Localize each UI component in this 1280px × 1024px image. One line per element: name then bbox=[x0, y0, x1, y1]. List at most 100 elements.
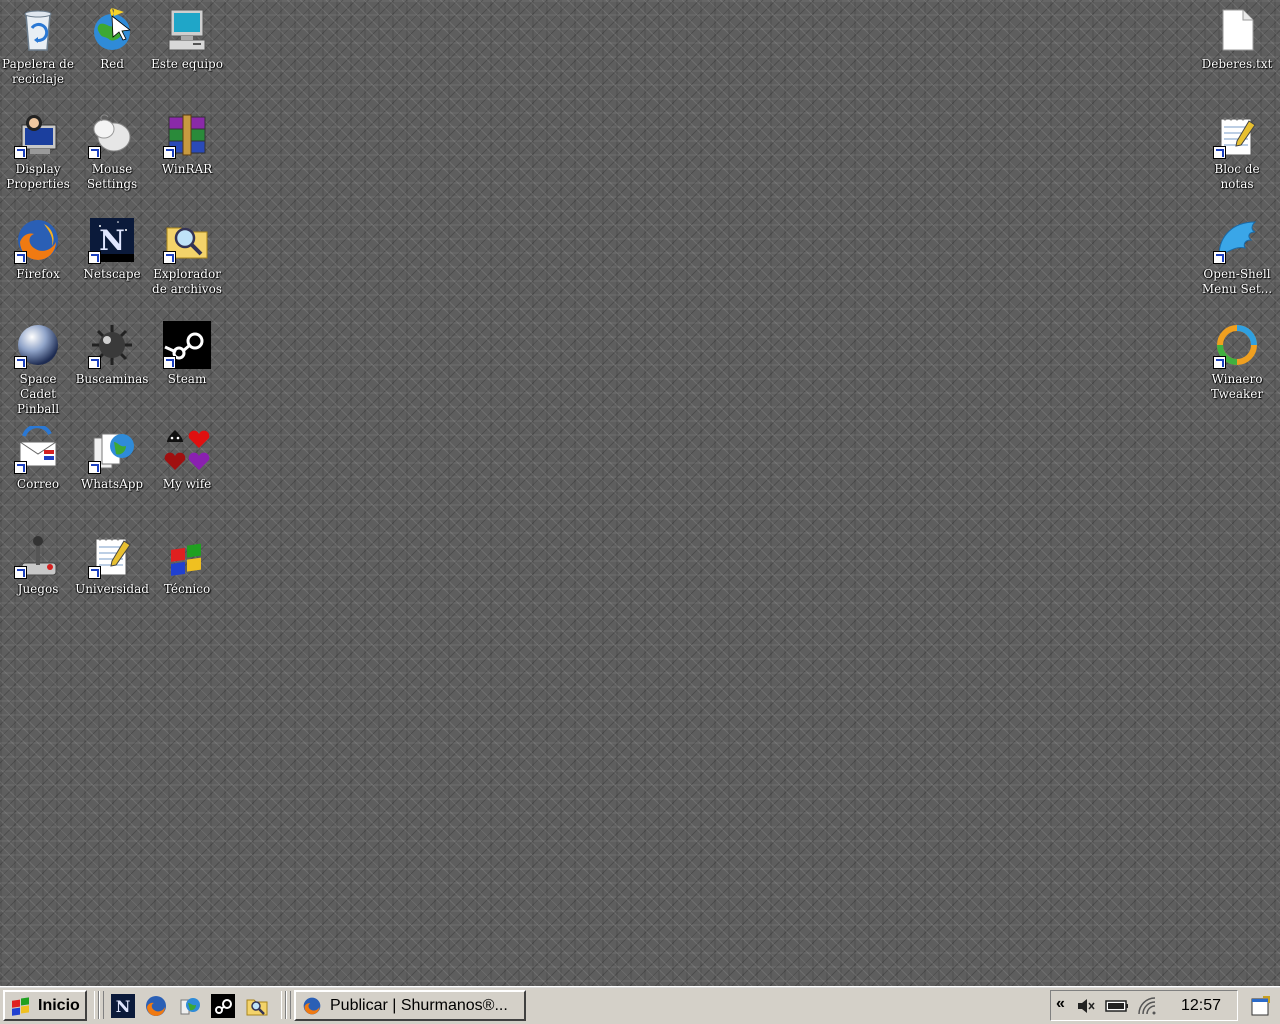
open-shell-icon bbox=[1213, 216, 1261, 264]
desktop-icon-minesweeper[interactable]: Buscaminas bbox=[74, 315, 150, 387]
shortcut-arrow-icon bbox=[14, 356, 27, 369]
toolbar-grip[interactable] bbox=[286, 991, 291, 1019]
shortcut-arrow-icon bbox=[1213, 146, 1226, 159]
joystick-icon bbox=[14, 531, 62, 579]
desktop-icon-label: Universidad bbox=[75, 582, 149, 596]
firefox-icon bbox=[14, 216, 62, 264]
notepad-icon bbox=[1213, 111, 1261, 159]
start-label: Inicio bbox=[38, 996, 80, 1014]
desktop-icon-notepad[interactable]: Bloc de notas bbox=[1199, 105, 1275, 192]
taskbar-button-firefox[interactable]: Publicar | Shurmanos®... bbox=[294, 990, 526, 1021]
taskbar-button-title: Publicar | Shurmanos®... bbox=[330, 996, 508, 1014]
shortcut-arrow-icon bbox=[163, 146, 176, 159]
battery-icon[interactable] bbox=[1105, 996, 1129, 1016]
whatsapp-icon bbox=[88, 426, 136, 474]
desktop-icon-university[interactable]: Universidad bbox=[74, 525, 150, 597]
display-properties-icon bbox=[14, 111, 62, 159]
desktop-icon-label: Winaero Tweaker bbox=[1210, 372, 1264, 401]
desktop-icon-games[interactable]: Juegos bbox=[0, 525, 76, 597]
desktop-icon-my-wife[interactable]: My wife bbox=[149, 420, 225, 492]
network-globe-icon bbox=[88, 6, 136, 54]
shortcut-arrow-icon bbox=[14, 251, 27, 264]
desktop-icon-label: Correo bbox=[16, 477, 60, 491]
file-explorer-icon bbox=[163, 216, 211, 264]
shortcut-arrow-icon bbox=[1213, 356, 1226, 369]
system-tray: « 12:57 bbox=[1050, 990, 1238, 1021]
hearts-icon bbox=[163, 426, 211, 474]
desktop-icon-this-pc[interactable]: Este equipo bbox=[149, 0, 225, 72]
desktop-icon-recycle-bin[interactable]: Papelera de reciclaje bbox=[0, 0, 76, 87]
desktop-icon-network[interactable]: Red bbox=[74, 0, 150, 72]
shortcut-arrow-icon bbox=[14, 461, 27, 474]
mute-icon[interactable] bbox=[1075, 996, 1095, 1016]
show-desktop-button[interactable] bbox=[1244, 990, 1277, 1021]
desktop-icon-open-shell[interactable]: Open-Shell Menu Set... bbox=[1199, 210, 1275, 297]
quicklaunch-firefox-icon[interactable] bbox=[144, 994, 168, 1018]
shortcut-arrow-icon bbox=[88, 461, 101, 474]
desktop-icon-homework-txt[interactable]: Deberes.txt bbox=[1199, 0, 1275, 72]
desktop-icon-label: Netscape bbox=[83, 267, 141, 281]
taskbar-clock[interactable]: 12:57 bbox=[1181, 997, 1221, 1015]
desktop-icon-mouse-settings[interactable]: Mouse Settings bbox=[74, 105, 150, 192]
desktop-icon-technical[interactable]: Técnico bbox=[149, 525, 225, 597]
mine-icon bbox=[88, 321, 136, 369]
desktop-icon-label: Buscaminas bbox=[75, 372, 149, 386]
svg-text:N: N bbox=[99, 224, 125, 257]
desktop[interactable]: Papelera de reciclaje Display Properties… bbox=[0, 0, 1280, 986]
winrar-icon bbox=[163, 111, 211, 159]
notepad-icon bbox=[88, 531, 136, 579]
desktop-icon-label: Firefox bbox=[16, 267, 60, 281]
desktop-icon-label: Space Cadet Pinball bbox=[16, 372, 60, 416]
tray-expand-button[interactable]: « bbox=[1056, 995, 1065, 1015]
taskbar: Inicio N Publicar | Shurmanos®... « 12:5… bbox=[0, 986, 1280, 1024]
desktop-icon-display-properties[interactable]: Display Properties bbox=[0, 105, 76, 192]
desktop-icon-pinball[interactable]: Space Cadet Pinball bbox=[0, 315, 76, 417]
desktop-icon-steam[interactable]: Steam bbox=[149, 315, 225, 387]
windows-flag-icon bbox=[10, 995, 32, 1017]
desktop-icon-winrar[interactable]: WinRAR bbox=[149, 105, 225, 177]
show-desktop-icon bbox=[1249, 994, 1273, 1018]
text-file-icon bbox=[1213, 6, 1261, 54]
toolbar-grip[interactable] bbox=[99, 991, 104, 1019]
desktop-icon-netscape[interactable]: N Netscape bbox=[74, 210, 150, 282]
wifi-icon[interactable] bbox=[1137, 996, 1157, 1016]
steam-icon bbox=[163, 321, 211, 369]
shortcut-arrow-icon bbox=[163, 356, 176, 369]
desktop-icon-label: Mouse Settings bbox=[86, 162, 138, 191]
desktop-icon-label: Steam bbox=[167, 372, 207, 386]
netscape-icon: N bbox=[88, 216, 136, 264]
desktop-icon-file-explorer[interactable]: Explorador de archivos bbox=[149, 210, 225, 297]
desktop-icon-whatsapp[interactable]: WhatsApp bbox=[74, 420, 150, 492]
computer-icon bbox=[163, 6, 211, 54]
quicklaunch-netscape-icon[interactable]: N bbox=[111, 994, 135, 1018]
desktop-icon-label: Red bbox=[100, 57, 124, 71]
quicklaunch-globe-icon[interactable] bbox=[178, 994, 202, 1018]
desktop-icon-label: Técnico bbox=[163, 582, 211, 596]
shortcut-arrow-icon bbox=[88, 146, 101, 159]
shortcut-arrow-icon bbox=[14, 566, 27, 579]
desktop-icon-label: Open-Shell Menu Set... bbox=[1201, 267, 1273, 296]
shortcut-arrow-icon bbox=[1213, 251, 1226, 264]
svg-text:N: N bbox=[116, 997, 131, 1016]
shortcut-arrow-icon bbox=[163, 251, 176, 264]
desktop-icon-label: Explorador de archivos bbox=[152, 267, 222, 296]
windows-flag-icon bbox=[163, 531, 211, 579]
desktop-icon-label: Bloc de notas bbox=[1214, 162, 1260, 191]
shortcut-arrow-icon bbox=[88, 356, 101, 369]
desktop-icon-label: Display Properties bbox=[6, 162, 70, 191]
desktop-icon-label: WinRAR bbox=[161, 162, 213, 176]
start-button[interactable]: Inicio bbox=[3, 990, 87, 1021]
quicklaunch-explorer-icon[interactable] bbox=[245, 994, 269, 1018]
desktop-icon-label: WhatsApp bbox=[80, 477, 144, 491]
shortcut-arrow-icon bbox=[14, 146, 27, 159]
desktop-icon-label: Papelera de reciclaje bbox=[2, 57, 74, 86]
quicklaunch-steam-icon[interactable] bbox=[211, 994, 235, 1018]
desktop-icon-mail[interactable]: Correo bbox=[0, 420, 76, 492]
desktop-icon-winaero[interactable]: Winaero Tweaker bbox=[1199, 315, 1275, 402]
pinball-icon bbox=[14, 321, 62, 369]
recycle-bin-icon bbox=[14, 6, 62, 54]
mail-icon bbox=[14, 426, 62, 474]
desktop-icon-label: Juegos bbox=[17, 582, 59, 596]
shortcut-arrow-icon bbox=[88, 566, 101, 579]
desktop-icon-firefox[interactable]: Firefox bbox=[0, 210, 76, 282]
